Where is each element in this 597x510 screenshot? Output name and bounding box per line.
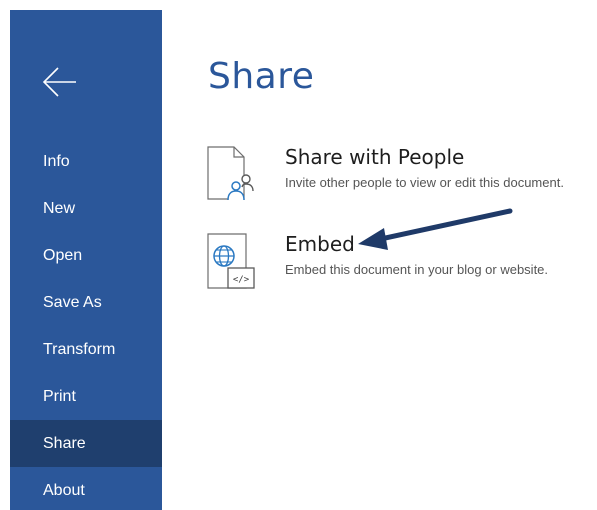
nav-item-save-as[interactable]: Save As: [10, 279, 162, 326]
backstage-sidebar: Info New Open Save As Transform Print Sh…: [10, 10, 162, 510]
nav-item-about[interactable]: About: [10, 467, 162, 510]
arrow-left-icon: [40, 62, 80, 102]
share-with-people-option[interactable]: Share with People Invite other people to…: [204, 145, 597, 205]
embed-icon: </>: [204, 232, 260, 297]
share-with-people-icon: [204, 145, 260, 210]
nav-item-info[interactable]: Info: [10, 138, 162, 185]
embed-description: Embed this document in your blog or webs…: [285, 262, 549, 277]
embed-text: Embed Embed this document in your blog o…: [285, 232, 548, 277]
backstage-nav: Info New Open Save As Transform Print Sh…: [10, 138, 162, 510]
embed-option[interactable]: </> Embed Embed this document in your bl…: [204, 232, 597, 292]
nav-item-open[interactable]: Open: [10, 232, 162, 279]
share-panel: Share Share with People Invite other peo…: [162, 0, 597, 510]
share-with-people-title: Share with People: [285, 145, 465, 169]
page-title: Share: [208, 56, 315, 97]
embed-title: Embed: [285, 232, 355, 256]
nav-item-share[interactable]: Share: [10, 420, 162, 467]
nav-item-print[interactable]: Print: [10, 373, 162, 420]
nav-item-transform[interactable]: Transform: [10, 326, 162, 373]
share-with-people-description: Invite other people to view or edit this…: [285, 175, 564, 190]
back-button[interactable]: [40, 62, 80, 102]
svg-text:</>: </>: [233, 275, 250, 285]
share-with-people-text: Share with People Invite other people to…: [285, 145, 564, 190]
nav-item-new[interactable]: New: [10, 185, 162, 232]
